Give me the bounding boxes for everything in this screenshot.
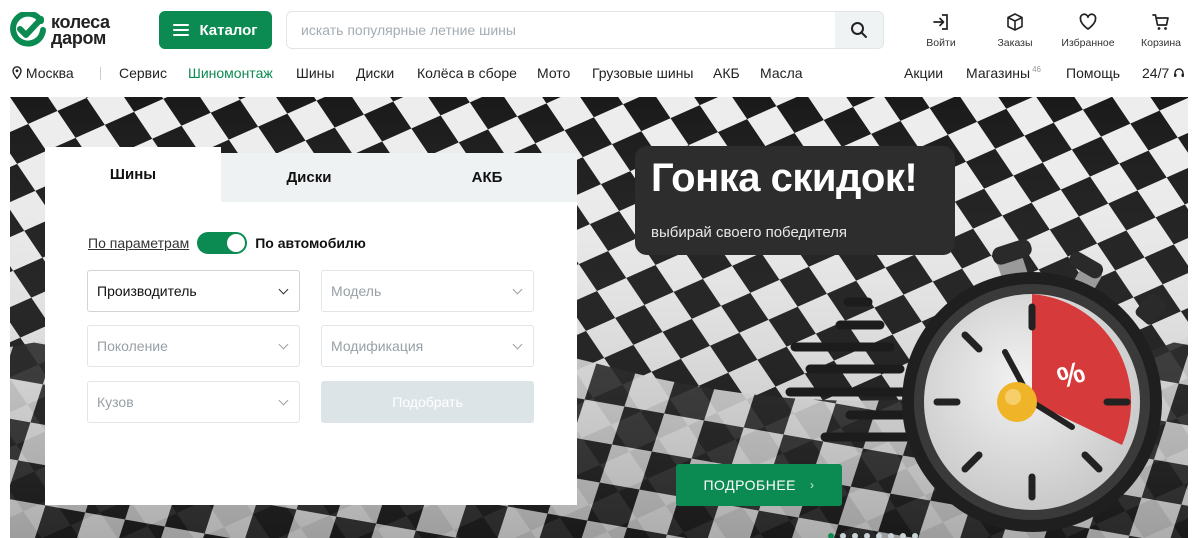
nav-item-batteries[interactable]: АКБ (713, 65, 740, 81)
favorites-button[interactable]: Избранное (1053, 12, 1123, 49)
search-bar (286, 11, 884, 49)
login-button[interactable]: Войти (906, 12, 976, 49)
tab-batteries[interactable]: АКБ (397, 153, 577, 202)
promo-headline-box: Гонка скидок! выбирай своего победителя (635, 146, 955, 255)
nav-item-promos[interactable]: Акции (904, 65, 943, 81)
promo-title: Гонка скидок! (651, 156, 918, 200)
chevron-down-icon (512, 339, 523, 350)
orders-label: Заказы (997, 37, 1033, 49)
city-selector[interactable]: Москва (12, 65, 74, 81)
nav-item-help[interactable]: Помощь (1066, 65, 1120, 81)
carousel-dots (828, 533, 918, 538)
catalog-button[interactable]: Каталог (159, 11, 272, 49)
search-button[interactable] (835, 12, 883, 48)
search-input[interactable] (287, 12, 835, 48)
carousel-dot[interactable] (876, 533, 882, 538)
stores-label: Магазины (966, 65, 1031, 81)
nav-item-moto[interactable]: Мото (537, 65, 570, 81)
menu-icon (173, 24, 190, 36)
carousel-dot[interactable] (828, 533, 834, 538)
nav-item-service[interactable]: Сервис (119, 65, 167, 81)
modification-select-value: Модификация (331, 338, 424, 354)
nav-item-tires[interactable]: Шины (296, 65, 334, 81)
stores-count: 46 (1032, 65, 1041, 75)
nav-item-stores[interactable]: Магазины 46 (966, 65, 1041, 81)
carousel-dot[interactable] (888, 533, 894, 538)
chevron-down-icon (278, 395, 289, 406)
heart-icon (1079, 13, 1097, 30)
chevron-down-icon (278, 339, 289, 350)
headset-icon (1174, 68, 1185, 77)
carousel-dot[interactable] (912, 533, 918, 538)
model-select-value: Модель (331, 283, 382, 299)
manufacturer-select[interactable]: Производитель (87, 270, 300, 312)
manufacturer-select-value: Производитель (97, 283, 197, 299)
logo-check-icon (10, 12, 46, 47)
promo-subtitle: выбирай своего победителя (651, 224, 848, 241)
carousel-dot[interactable] (864, 533, 870, 538)
nav-divider (100, 67, 101, 80)
site-logo[interactable]: колеса даром (10, 10, 135, 50)
nav-item-wheels[interactable]: Диски (356, 65, 394, 81)
tab-wheels[interactable]: Диски (221, 153, 397, 202)
nav-item-wheel-sets[interactable]: Колёса в сборе (417, 65, 517, 81)
carousel-dot[interactable] (852, 533, 858, 538)
mode-by-params[interactable]: По параметрам (88, 235, 189, 251)
carousel-dot[interactable] (840, 533, 846, 538)
main-nav: Москва Сервис Шиномонтаж Шины Диски Колё… (0, 62, 1200, 86)
city-label: Москва (25, 65, 74, 81)
nav-item-support[interactable]: 24/7 (1142, 65, 1185, 81)
modification-select[interactable]: Модификация (321, 325, 534, 367)
chevron-down-icon (512, 284, 523, 295)
site-header: колеса даром Каталог Войти Заказы (0, 0, 1200, 62)
body-select-value: Кузов (97, 394, 134, 410)
catalog-label: Каталог (199, 21, 258, 39)
generation-select[interactable]: Поколение (87, 325, 300, 367)
box-icon (1007, 13, 1023, 31)
body-select[interactable]: Кузов (87, 381, 300, 423)
login-icon (933, 14, 948, 30)
pick-button[interactable]: Подобрать (321, 381, 534, 423)
cart-label: Корзина (1141, 37, 1181, 49)
chevron-down-icon (278, 284, 289, 295)
selector-form: По параметрам По автомобилю Производител… (45, 202, 577, 505)
product-selector-panel: Шины Диски АКБ По параметрам По автомоби… (45, 147, 577, 505)
carousel-dot[interactable] (900, 533, 906, 538)
model-select[interactable]: Модель (321, 270, 534, 312)
mode-by-car[interactable]: По автомобилю (255, 235, 366, 251)
location-pin-icon (12, 66, 22, 80)
nav-item-oils[interactable]: Масла (760, 65, 803, 81)
cart-button[interactable]: Корзина (1126, 12, 1196, 49)
nav-item-truck-tires[interactable]: Грузовые шины (592, 65, 694, 81)
more-button-label: ПОДРОБНЕЕ (703, 477, 797, 493)
chevron-right-icon: › (810, 478, 815, 492)
nav-item-tire-fitting[interactable]: Шиномонтаж (188, 65, 273, 81)
toggle-knob (227, 234, 246, 252)
search-icon (851, 22, 867, 38)
cart-icon (1152, 14, 1169, 30)
generation-select-value: Поколение (97, 338, 168, 354)
tab-tires[interactable]: Шины (45, 147, 221, 202)
login-label: Войти (926, 37, 956, 49)
search-mode-toggle[interactable] (197, 232, 248, 254)
favorites-label: Избранное (1061, 37, 1115, 49)
search-mode-toggle-row: По параметрам По автомобилю (88, 231, 366, 255)
selector-tabs: Шины Диски АКБ (45, 147, 577, 202)
more-button[interactable]: ПОДРОБНЕЕ › (676, 464, 842, 506)
support-label: 24/7 (1142, 65, 1170, 81)
orders-button[interactable]: Заказы (980, 12, 1050, 49)
logo-text: колеса даром (51, 12, 110, 48)
